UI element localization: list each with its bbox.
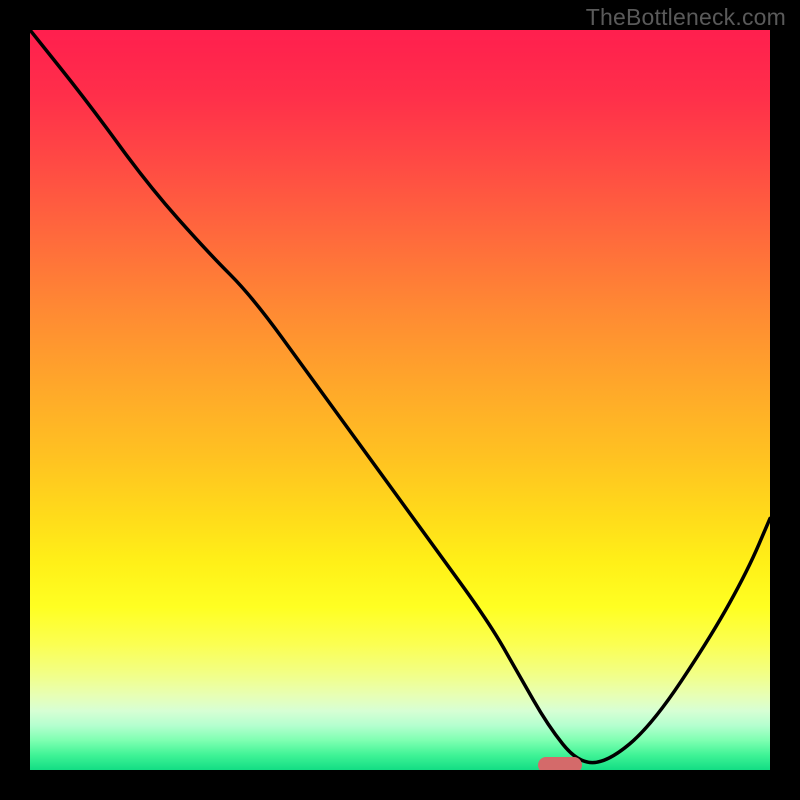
plot-area (30, 30, 770, 770)
curve-path (30, 30, 770, 763)
optimal-marker (538, 757, 582, 770)
bottleneck-curve (30, 30, 770, 770)
watermark-text: TheBottleneck.com (586, 4, 786, 31)
chart-frame: TheBottleneck.com (0, 0, 800, 800)
